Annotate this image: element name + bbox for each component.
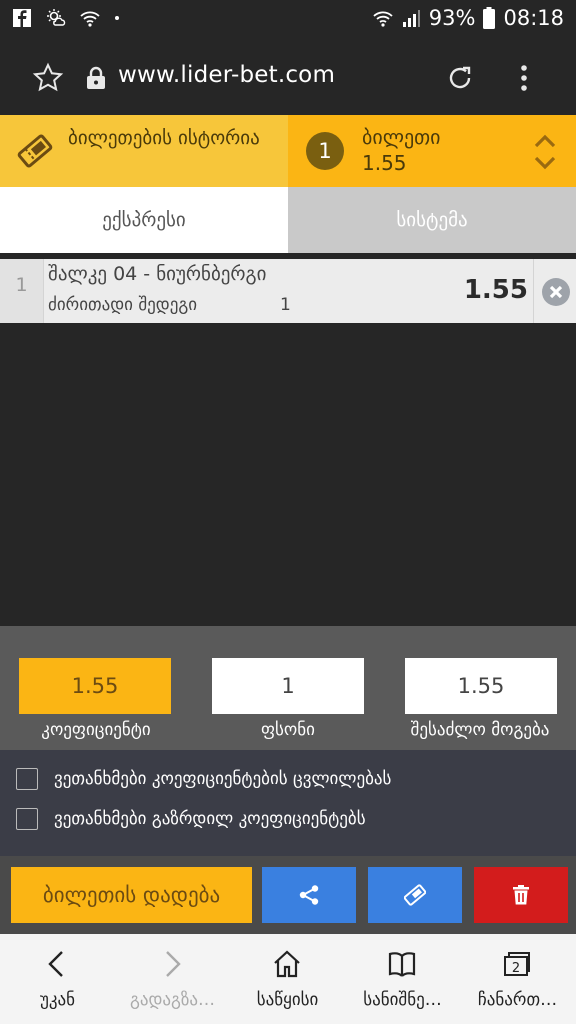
bet-match: შალკე 04 - ნიურნბერგი <box>48 263 267 285</box>
nav-tabs-label: ჩანართ… <box>477 990 558 1010</box>
browser-toolbar: www.lider-bet.com <box>0 40 576 115</box>
ticket-history-button[interactable]: ბილეთების ისტორია <box>0 115 288 187</box>
tabs-icon: 2 <box>504 952 530 976</box>
tab-count: 2 <box>512 961 520 976</box>
ticket-icon <box>17 134 53 168</box>
accept-boosted-odds-option[interactable]: ვეთანხმები გაზრდილ კოეფიციენტებს <box>16 808 366 830</box>
nav-home-label: საწყისი <box>256 990 319 1010</box>
bet-options: ვეთანხმები კოეფიციენტების ცვლილებას ვეთა… <box>0 750 576 856</box>
battery-percent: 93% <box>428 6 476 30</box>
remove-bet-button[interactable] <box>533 259 576 323</box>
wifi-icon <box>80 11 100 27</box>
accept-odds-changes-checkbox[interactable] <box>16 768 38 790</box>
share-icon <box>299 885 319 905</box>
bookmark-star-icon[interactable] <box>32 62 64 94</box>
ticket-icon <box>404 884 426 906</box>
book-icon <box>388 952 416 977</box>
wifi-signal-icon <box>373 11 393 27</box>
bet-odds: 1.55 <box>463 275 528 305</box>
nav-back[interactable]: უკან <box>0 934 115 1024</box>
reload-icon[interactable] <box>444 62 476 94</box>
chevron-left-icon <box>48 951 63 977</box>
facebook-icon <box>13 9 31 27</box>
nav-back-label: უკან <box>39 990 76 1010</box>
trash-icon <box>513 885 529 905</box>
cell-signal-icon <box>402 10 420 27</box>
weather-icon <box>47 9 66 26</box>
home-icon <box>274 950 300 978</box>
stake-input[interactable]: 1 <box>212 658 364 714</box>
bet-row: 1 შალკე 04 - ნიურნბერგი ძირითადი შედეგი … <box>0 259 576 323</box>
dot-icon <box>115 16 119 20</box>
tab-express[interactable]: ექსპრესი <box>0 187 288 253</box>
total-odds-box: 1.55 <box>19 658 171 714</box>
chevron-right-icon <box>166 951 181 977</box>
clock: 08:18 <box>503 6 564 30</box>
ticket-history-label: ბილეთების ისტორია <box>68 127 260 149</box>
battery-icon <box>483 7 496 29</box>
nav-forward[interactable]: გადაგზა… <box>115 934 230 1024</box>
notification-icons <box>12 8 120 28</box>
nav-tabs[interactable]: 2 ჩანართ… <box>460 934 575 1024</box>
share-button[interactable] <box>262 867 356 923</box>
nav-home[interactable]: საწყისი <box>230 934 345 1024</box>
expand-collapse-icon[interactable] <box>532 132 558 172</box>
accept-odds-changes-option[interactable]: ვეთანხმები კოეფიციენტების ცვლილებას <box>16 768 391 790</box>
bet-market: ძირითადი შედეგი <box>48 295 198 315</box>
ticket-total-odds: 1.55 <box>362 151 407 175</box>
place-bet-button[interactable]: ბილეთის დადება <box>11 867 252 923</box>
delete-ticket-button[interactable] <box>474 867 568 923</box>
ticket-count-badge: 1 <box>306 132 344 170</box>
tab-system[interactable]: სისტემა <box>288 187 576 253</box>
lock-icon <box>87 66 105 89</box>
address-bar-url[interactable]: www.lider-bet.com <box>118 62 335 88</box>
bet-pick: 1 <box>280 295 291 315</box>
more-menu-icon[interactable] <box>514 62 534 94</box>
ticket-title: ბილეთი <box>362 125 441 149</box>
bet-index: 1 <box>0 259 44 323</box>
possible-win-box: 1.55 <box>405 658 557 714</box>
ticket-summary[interactable]: 1 ბილეთი 1.55 <box>288 115 576 187</box>
nav-bookmarks-label: სანიშნე… <box>363 990 442 1010</box>
close-icon <box>542 278 570 306</box>
action-bar: ბილეთის დადება <box>0 856 576 934</box>
accept-boosted-odds-checkbox[interactable] <box>16 808 38 830</box>
stake-label: ფსონი <box>261 720 315 740</box>
system-status: 93% 08:18 <box>373 6 564 30</box>
ticket-code-button[interactable] <box>368 867 462 923</box>
status-bar: 93% 08:18 <box>0 0 576 40</box>
accept-odds-changes-label: ვეთანხმები კოეფიციენტების ცვლილებას <box>54 769 392 789</box>
bet-summary-panel: 1.55 1 1.55 კოეფიციენტი ფსონი შესაძლო მო… <box>0 626 576 750</box>
nav-forward-label: გადაგზა… <box>129 990 216 1010</box>
accept-boosted-odds-label: ვეთანხმები გაზრდილ კოეფიციენტებს <box>54 809 366 829</box>
browser-bottom-nav: უკან გადაგზა… საწყისი სანიშნე… 2 ჩანართ… <box>0 934 576 1024</box>
possible-win-label: შესაძლო მოგება <box>410 720 550 740</box>
nav-bookmarks[interactable]: სანიშნე… <box>345 934 460 1024</box>
odds-label: კოეფიციენტი <box>41 720 151 740</box>
